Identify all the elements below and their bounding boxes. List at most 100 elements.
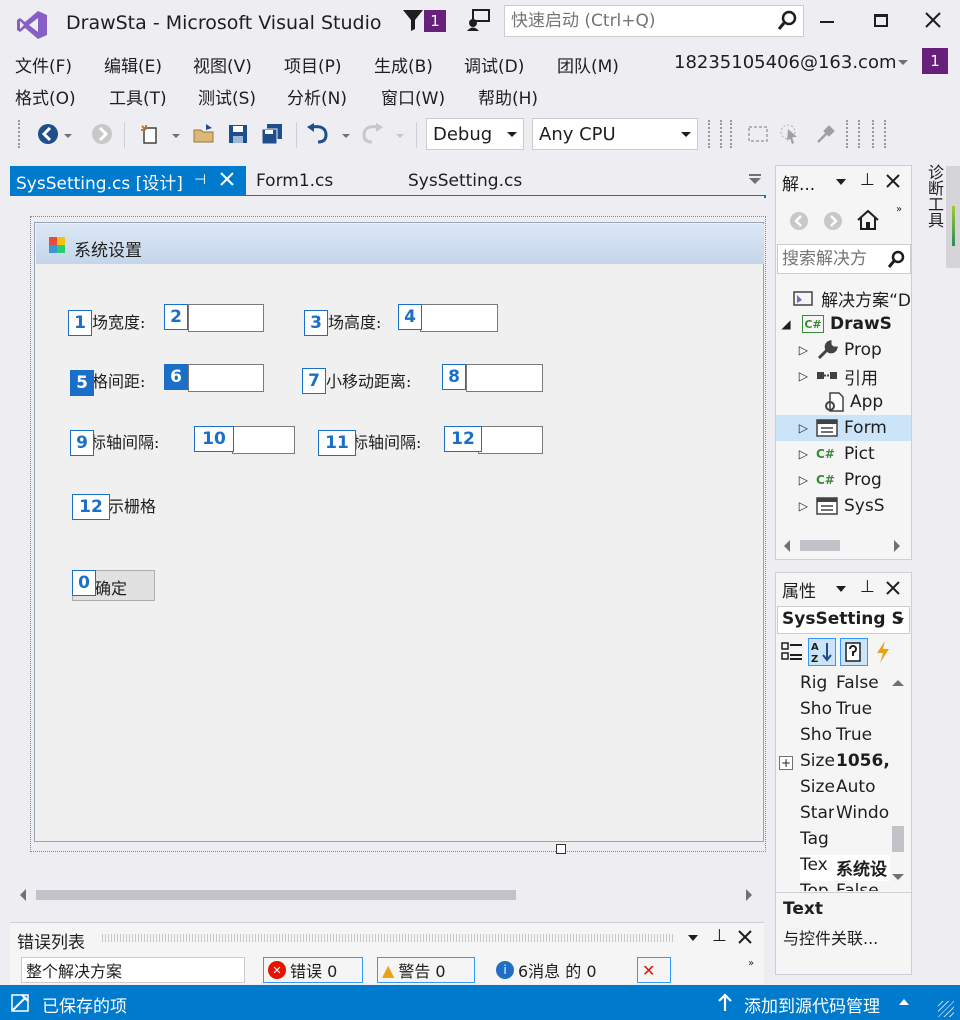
toolbar-overflow-icon[interactable] <box>846 120 860 148</box>
toolbar-overflow-icon[interactable] <box>872 120 886 148</box>
messages-filter-button[interactable]: i 6消息 的 0 <box>492 957 620 983</box>
menu-test[interactable]: 测试(S) <box>198 84 256 109</box>
collapsed-arrow-icon[interactable]: ▷ <box>776 447 816 461</box>
collapsed-arrow-icon[interactable]: ▷ <box>776 369 816 383</box>
grid-spacing-input[interactable] <box>188 364 264 392</box>
quick-launch-input[interactable] <box>511 9 771 33</box>
menu-format[interactable]: 格式(O) <box>15 84 76 109</box>
scroll-left-icon[interactable] <box>784 540 790 552</box>
menu-help[interactable]: 帮助(H) <box>478 84 538 109</box>
menu-window[interactable]: 窗口(W) <box>381 84 445 109</box>
field-height-input[interactable] <box>420 304 498 332</box>
prop-row-sho1[interactable]: Sho True <box>800 699 890 725</box>
new-project-icon[interactable] <box>138 122 162 146</box>
prop-row-rig[interactable]: Rig False <box>800 673 890 699</box>
panel-menu-icon[interactable] <box>836 179 846 185</box>
redo-icon[interactable] <box>360 122 384 146</box>
field-width-input[interactable] <box>188 304 264 332</box>
x-axis-interval-input[interactable] <box>232 426 295 454</box>
solution-config-select[interactable]: Debug <box>426 118 524 150</box>
collapsed-arrow-icon[interactable]: ▷ <box>776 343 816 357</box>
quick-launch-box[interactable] <box>504 5 804 37</box>
panel-grip[interactable] <box>102 934 674 942</box>
back-icon[interactable] <box>36 122 60 146</box>
warnings-filter-button[interactable]: ▲ 警告 0 <box>377 957 475 983</box>
solution-hscrollbar[interactable] <box>776 536 911 556</box>
solution-platform-select[interactable]: Any CPU <box>532 118 698 150</box>
select-rect-icon[interactable] <box>746 122 770 146</box>
home-icon[interactable] <box>856 208 880 232</box>
prop-row-top[interactable]: Top False <box>800 881 890 891</box>
menu-edit[interactable]: 编辑(E) <box>104 52 162 77</box>
avatar[interactable]: 1 <box>922 48 948 74</box>
error-scope-select[interactable]: 整个解决方案 <box>21 957 245 983</box>
overflow-icon[interactable]: » <box>896 204 902 215</box>
feedback-icon[interactable] <box>466 8 492 32</box>
categorized-icon[interactable] <box>780 640 804 664</box>
expanded-arrow-icon[interactable]: ◢ <box>776 317 796 331</box>
properties-object-select[interactable]: SysSetting S <box>777 606 910 634</box>
pointer-icon[interactable] <box>778 122 802 146</box>
properties-view-icon[interactable] <box>840 638 868 666</box>
close-tab-icon[interactable] <box>220 172 234 186</box>
tree-solution[interactable]: 解决方案“D <box>776 285 911 311</box>
pin-icon[interactable]: ⊥ <box>860 170 875 190</box>
upload-arrow-icon[interactable] <box>716 993 734 1013</box>
tree-form1[interactable]: ▷ Form <box>776 415 911 441</box>
filter-icon[interactable] <box>402 8 424 32</box>
resize-handle[interactable] <box>556 844 566 854</box>
y-axis-interval-input[interactable] <box>478 426 543 454</box>
tab-overflow-icon[interactable] <box>748 172 762 186</box>
min-move-input[interactable] <box>466 364 543 392</box>
tree-appconfig[interactable]: App <box>776 389 911 415</box>
tree-program[interactable]: ▷ C# Prog <box>776 467 911 493</box>
chevron-up-icon[interactable] <box>899 999 909 1005</box>
scroll-left-icon[interactable] <box>20 889 26 901</box>
search-icon[interactable] <box>777 10 797 32</box>
prop-row-sizemode[interactable]: Size Auto <box>800 777 890 803</box>
toolbar-grip[interactable] <box>18 120 24 148</box>
search-icon[interactable] <box>887 250 905 270</box>
overflow-icon[interactable]: » <box>748 958 754 969</box>
menu-tools[interactable]: 工具(T) <box>109 84 167 109</box>
menu-build[interactable]: 生成(B) <box>374 52 433 77</box>
expand-plus-icon[interactable]: + <box>779 756 793 770</box>
account-dropdown-icon[interactable] <box>898 60 908 65</box>
diagnostic-tools-tab[interactable]: 诊断工具 <box>918 162 946 272</box>
add-to-source-control[interactable]: 添加到源代码管理 <box>744 992 880 1017</box>
close-button[interactable] <box>910 0 956 40</box>
prop-row-tag[interactable]: Tag <box>800 829 890 855</box>
back-dropdown-icon[interactable] <box>64 134 72 138</box>
prop-row-text[interactable]: Tex 系统设 <box>800 855 890 881</box>
scroll-thumb[interactable] <box>36 890 516 900</box>
undo-icon[interactable] <box>306 122 330 146</box>
menu-view[interactable]: 视图(V) <box>193 52 252 77</box>
scroll-thumb[interactable] <box>892 826 904 852</box>
collapsed-arrow-icon[interactable]: ▷ <box>776 499 816 513</box>
close-panel-icon[interactable] <box>886 581 900 595</box>
scroll-right-icon[interactable] <box>894 540 900 552</box>
nav-forward-icon[interactable] <box>822 210 844 232</box>
toolbar-overflow-icon[interactable] <box>708 120 722 148</box>
account-email[interactable]: 18235105406@163.com <box>674 52 897 73</box>
menu-file[interactable]: 文件(F) <box>15 52 72 77</box>
tree-picture[interactable]: ▷ C# Pict <box>776 441 911 467</box>
minimize-button[interactable] <box>804 0 850 40</box>
save-all-icon[interactable] <box>260 122 284 146</box>
maximize-button[interactable] <box>858 0 904 40</box>
tree-syssetting[interactable]: ▷ SysS <box>776 493 911 519</box>
nav-back-icon[interactable] <box>788 210 810 232</box>
tree-project[interactable]: ◢ C# DrawS <box>776 311 911 337</box>
new-dropdown-icon[interactable] <box>172 134 180 138</box>
undo-dropdown-icon[interactable] <box>342 134 350 138</box>
pin-icon[interactable]: ⊣ <box>194 172 206 188</box>
menu-project[interactable]: 项目(P) <box>284 52 342 77</box>
collapsed-arrow-icon[interactable]: ▷ <box>776 473 816 487</box>
panel-menu-icon[interactable] <box>688 935 698 941</box>
panel-menu-icon[interactable] <box>836 586 846 592</box>
close-panel-icon[interactable] <box>738 930 752 944</box>
menu-debug[interactable]: 调试(D) <box>464 52 524 77</box>
scroll-down-icon[interactable] <box>892 874 904 880</box>
toolbar-grip[interactable] <box>730 120 736 148</box>
tab-syssetting-code[interactable]: SysSetting.cs <box>402 166 582 196</box>
